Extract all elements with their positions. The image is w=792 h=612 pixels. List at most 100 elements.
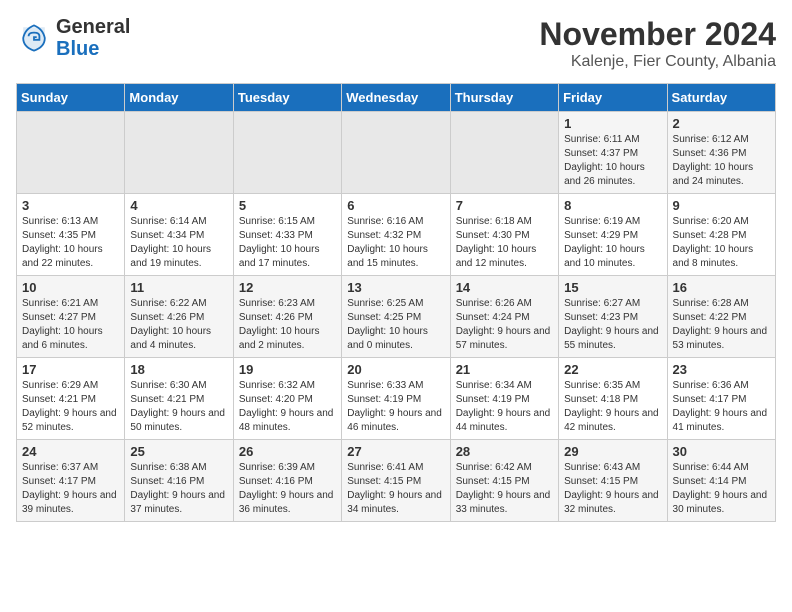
day-number: 26 [239,444,336,459]
day-detail: Sunrise: 6:43 AMSunset: 4:15 PMDaylight:… [564,461,661,517]
col-header-friday: Friday [559,84,667,112]
calendar-table: SundayMondayTuesdayWednesdayThursdayFrid… [16,83,776,522]
day-number: 16 [673,280,770,295]
week-row-2: 3Sunrise: 6:13 AMSunset: 4:35 PMDaylight… [17,194,776,276]
title-area: November 2024 Kalenje, Fier County, Alba… [539,16,776,71]
day-cell: 17 Sunrise: 6:29 AMSunset: 4:21 PMDayligh… [17,358,125,440]
col-header-wednesday: Wednesday [342,84,450,112]
day-cell: 10 Sunrise: 6:21 AMSunset: 4:27 PMDayligh… [17,276,125,358]
day-cell: 22 Sunrise: 6:35 AMSunset: 4:18 PMDayligh… [559,358,667,440]
day-number: 10 [22,280,119,295]
day-detail: Sunrise: 6:37 AMSunset: 4:17 PMDaylight:… [22,461,119,517]
col-header-monday: Monday [125,84,233,112]
day-cell [450,112,558,194]
day-cell: 30 Sunrise: 6:44 AMSunset: 4:14 PMDayligh… [667,440,775,522]
day-number: 11 [130,280,227,295]
col-header-thursday: Thursday [450,84,558,112]
day-cell: 16 Sunrise: 6:28 AMSunset: 4:22 PMDayligh… [667,276,775,358]
day-cell: 20Sunrise: 6:33 AMSunset: 4:19 PMDayligh… [342,358,450,440]
day-cell: 24 Sunrise: 6:37 AMSunset: 4:17 PMDayligh… [17,440,125,522]
day-detail: Sunrise: 6:21 AMSunset: 4:27 PMDaylight:… [22,297,119,353]
day-detail: Sunrise: 6:13 AMSunset: 4:35 PMDaylight:… [22,215,119,271]
day-number: 25 [130,444,227,459]
day-number: 15 [564,280,661,295]
day-cell [342,112,450,194]
location-title: Kalenje, Fier County, Albania [539,53,776,71]
day-number: 19 [239,362,336,377]
day-detail: Sunrise: 6:30 AMSunset: 4:21 PMDaylight:… [130,379,227,435]
day-detail: Sunrise: 6:25 AMSunset: 4:25 PMDaylight:… [347,297,444,353]
day-cell: 9 Sunrise: 6:20 AMSunset: 4:28 PMDaylight… [667,194,775,276]
day-detail: Sunrise: 6:12 AMSunset: 4:36 PMDaylight:… [673,133,770,189]
day-number: 14 [456,280,553,295]
day-number: 18 [130,362,227,377]
day-detail: Sunrise: 6:19 AMSunset: 4:29 PMDaylight:… [564,215,661,271]
day-detail: Sunrise: 6:11 AMSunset: 4:37 PMDaylight:… [564,133,661,189]
day-number: 28 [456,444,553,459]
day-cell: 27Sunrise: 6:41 AMSunset: 4:15 PMDayligh… [342,440,450,522]
day-cell: 25Sunrise: 6:38 AMSunset: 4:16 PMDayligh… [125,440,233,522]
day-cell: 13 Sunrise: 6:25 AMSunset: 4:25 PMDayligh… [342,276,450,358]
day-cell: 18 Sunrise: 6:30 AMSunset: 4:21 PMDayligh… [125,358,233,440]
day-detail: Sunrise: 6:44 AMSunset: 4:14 PMDaylight:… [673,461,770,517]
day-number: 13 [347,280,444,295]
day-number: 24 [22,444,119,459]
day-detail: Sunrise: 6:32 AMSunset: 4:20 PMDaylight:… [239,379,336,435]
day-number: 30 [673,444,770,459]
day-detail: Sunrise: 6:26 AMSunset: 4:24 PMDaylight:… [456,297,553,353]
day-cell [233,112,341,194]
day-cell: 19 Sunrise: 6:32 AMSunset: 4:20 PMDayligh… [233,358,341,440]
day-cell: 4 Sunrise: 6:14 AMSunset: 4:34 PMDaylight… [125,194,233,276]
day-cell: 29 Sunrise: 6:43 AMSunset: 4:15 PMDayligh… [559,440,667,522]
day-detail: Sunrise: 6:20 AMSunset: 4:28 PMDaylight:… [673,215,770,271]
month-title: November 2024 [539,16,776,53]
day-cell: 21Sunrise: 6:34 AMSunset: 4:19 PMDayligh… [450,358,558,440]
day-cell: 5 Sunrise: 6:15 AMSunset: 4:33 PMDaylight… [233,194,341,276]
day-cell: 1 Sunrise: 6:11 AMSunset: 4:37 PMDaylight… [559,112,667,194]
day-cell: 11 Sunrise: 6:22 AMSunset: 4:26 PMDayligh… [125,276,233,358]
day-cell: 3Sunrise: 6:13 AMSunset: 4:35 PMDaylight… [17,194,125,276]
day-detail: Sunrise: 6:16 AMSunset: 4:32 PMDaylight:… [347,215,444,271]
day-detail: Sunrise: 6:42 AMSunset: 4:15 PMDaylight:… [456,461,553,517]
day-number: 22 [564,362,661,377]
week-row-4: 17 Sunrise: 6:29 AMSunset: 4:21 PMDayligh… [17,358,776,440]
day-detail: Sunrise: 6:41 AMSunset: 4:15 PMDaylight:… [347,461,444,517]
day-detail: Sunrise: 6:39 AMSunset: 4:16 PMDaylight:… [239,461,336,517]
logo: General Blue [16,16,130,60]
day-number: 4 [130,198,227,213]
day-detail: Sunrise: 6:29 AMSunset: 4:21 PMDaylight:… [22,379,119,435]
header: General Blue November 2024 Kalenje, Fier… [16,16,776,71]
day-number: 12 [239,280,336,295]
day-cell: 12Sunrise: 6:23 AMSunset: 4:26 PMDayligh… [233,276,341,358]
day-number: 8 [564,198,661,213]
day-detail: Sunrise: 6:28 AMSunset: 4:22 PMDaylight:… [673,297,770,353]
day-detail: Sunrise: 6:34 AMSunset: 4:19 PMDaylight:… [456,379,553,435]
day-cell [125,112,233,194]
col-header-tuesday: Tuesday [233,84,341,112]
day-number: 2 [673,116,770,131]
day-number: 9 [673,198,770,213]
day-number: 23 [673,362,770,377]
header-row: SundayMondayTuesdayWednesdayThursdayFrid… [17,84,776,112]
day-cell: 7Sunrise: 6:18 AMSunset: 4:30 PMDaylight… [450,194,558,276]
day-number: 7 [456,198,553,213]
day-detail: Sunrise: 6:33 AMSunset: 4:19 PMDaylight:… [347,379,444,435]
day-number: 6 [347,198,444,213]
day-cell: 8 Sunrise: 6:19 AMSunset: 4:29 PMDaylight… [559,194,667,276]
day-detail: Sunrise: 6:14 AMSunset: 4:34 PMDaylight:… [130,215,227,271]
col-header-sunday: Sunday [17,84,125,112]
day-number: 1 [564,116,661,131]
day-detail: Sunrise: 6:35 AMSunset: 4:18 PMDaylight:… [564,379,661,435]
week-row-1: 1 Sunrise: 6:11 AMSunset: 4:37 PMDaylight… [17,112,776,194]
day-number: 17 [22,362,119,377]
week-row-3: 10 Sunrise: 6:21 AMSunset: 4:27 PMDayligh… [17,276,776,358]
col-header-saturday: Saturday [667,84,775,112]
day-number: 5 [239,198,336,213]
day-cell: 14 Sunrise: 6:26 AMSunset: 4:24 PMDayligh… [450,276,558,358]
day-number: 29 [564,444,661,459]
day-detail: Sunrise: 6:22 AMSunset: 4:26 PMDaylight:… [130,297,227,353]
day-detail: Sunrise: 6:15 AMSunset: 4:33 PMDaylight:… [239,215,336,271]
logo-text: General Blue [56,16,130,60]
day-cell: 15Sunrise: 6:27 AMSunset: 4:23 PMDayligh… [559,276,667,358]
day-cell [17,112,125,194]
